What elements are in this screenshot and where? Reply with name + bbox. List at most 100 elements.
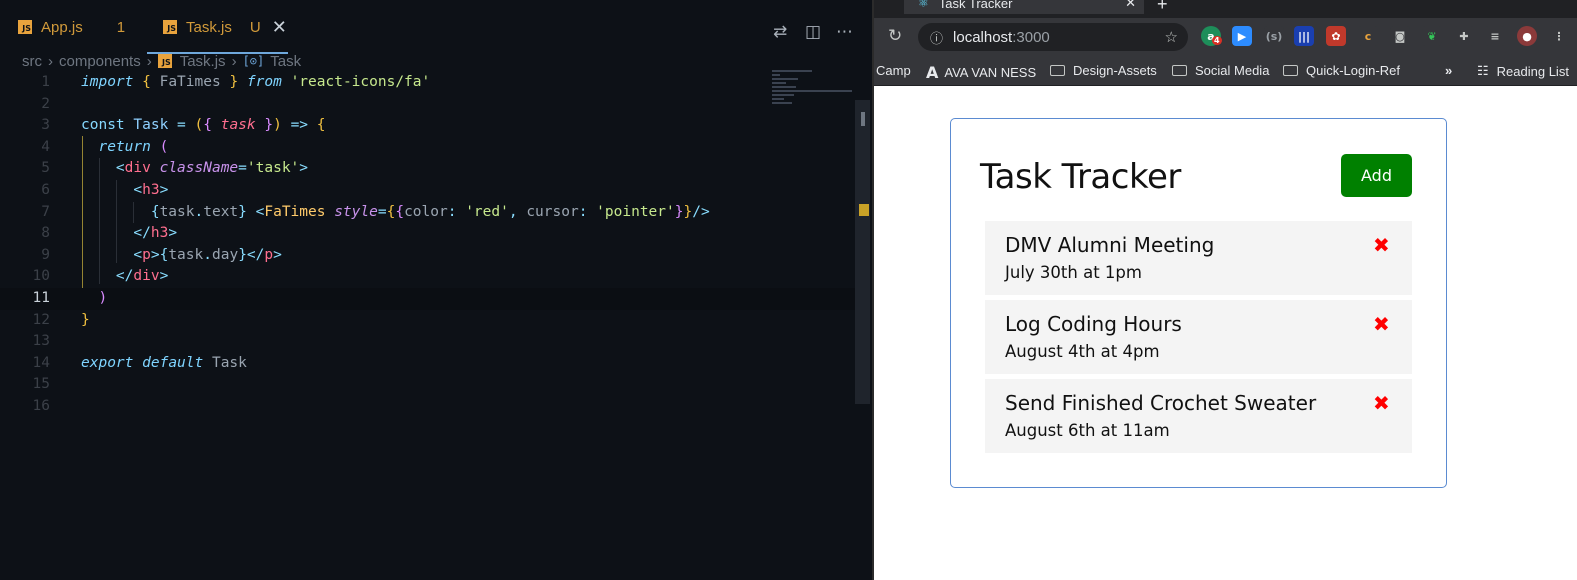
code-area[interactable]: 1 import { FaTimes } from 'react-icons/fa… — [0, 72, 860, 418]
line-number: 7 — [41, 203, 50, 220]
add-button[interactable]: Add — [1341, 154, 1412, 197]
extension-badge: 4 — [1212, 36, 1222, 45]
react-favicon-icon: ⚛ — [918, 0, 929, 10]
bookmarks-bar: Camp A AVA VAN NESS Design-Assets Social … — [874, 56, 1577, 86]
task-day: August 6th at 11am — [1005, 421, 1170, 440]
js-file-icon: JS — [18, 20, 32, 34]
bookmark-folder[interactable]: Quick-Login-Ref — [1283, 63, 1400, 78]
bookmark-folder[interactable]: Design-Assets — [1050, 63, 1157, 78]
line-number: 2 — [41, 95, 50, 112]
line-number: 8 — [41, 225, 50, 242]
delete-icon[interactable]: ✖ — [1373, 233, 1390, 257]
close-icon[interactable]: ✕ — [272, 17, 287, 38]
page-viewport: Task Tracker Add DMV Alumni Meeting July… — [874, 87, 1577, 580]
more-menu-icon[interactable]: ⋮ — [1549, 26, 1569, 46]
reload-icon[interactable]: ↻ — [888, 26, 902, 46]
reading-list-icon: ☷ — [1477, 63, 1489, 78]
chevron-right-icon: › — [146, 52, 152, 70]
extension-icon[interactable]: ||| — [1294, 26, 1314, 46]
more-actions-icon[interactable]: ⋯ — [836, 22, 853, 42]
avatar[interactable]: ● — [1517, 26, 1537, 46]
symbol-icon: [⊙] — [242, 54, 265, 68]
line-number: 15 — [32, 376, 50, 393]
vertical-scrollbar[interactable] — [855, 100, 870, 404]
extension-icon[interactable]: a4 — [1201, 26, 1222, 46]
task-item[interactable]: Send Finished Crochet Sweater August 6th… — [985, 379, 1412, 453]
breadcrumb-item[interactable]: src — [22, 53, 42, 70]
code-line: 4 return ( — [0, 137, 860, 159]
task-item[interactable]: Log Coding Hours August 4th at 4pm ✖ — [985, 300, 1412, 374]
line-number: 9 — [41, 246, 50, 263]
line-number: 3 — [41, 117, 50, 134]
line-number: 12 — [32, 311, 50, 328]
problem-count-badge: 1 — [116, 18, 126, 36]
task-item[interactable]: DMV Alumni Meeting July 30th at 1pm ✖ — [985, 221, 1412, 295]
task-text: Send Finished Crochet Sweater — [1005, 391, 1317, 415]
line-number: 4 — [41, 138, 50, 155]
scrollbar-marker — [859, 204, 869, 216]
bookmark-item[interactable]: Camp — [876, 63, 911, 78]
browser-tab-title: Task Tracker — [938, 0, 1013, 11]
line-number: 13 — [32, 333, 50, 350]
breadcrumb-item[interactable]: Task — [270, 53, 301, 70]
code-line: 10 </div> — [0, 266, 860, 288]
line-number: 6 — [41, 181, 50, 198]
extensions-puzzle-icon[interactable]: ✚ — [1454, 26, 1474, 46]
leaf-extension-icon[interactable]: ❦ — [1422, 26, 1442, 46]
breadcrumb: src › components › JS Task.js › [⊙] Task — [22, 51, 301, 71]
code-line: 15 — [0, 374, 860, 396]
tab-task-js[interactable]: JS Task.js U ✕ — [163, 7, 287, 47]
breadcrumb-item[interactable]: Task.js — [180, 53, 226, 70]
compare-changes-icon[interactable]: ⇄ — [773, 22, 787, 42]
more-bookmarks-button[interactable]: » — [1445, 63, 1452, 78]
code-line: 7 {task.text} <FaTimes style={{color: 'r… — [0, 202, 860, 224]
bookmark-item[interactable]: A AVA VAN NESS — [926, 63, 1036, 82]
close-tab-icon[interactable]: ✕ — [1125, 0, 1136, 11]
tab-app-js[interactable]: JS App.js 1 — [18, 7, 125, 47]
site-info-icon[interactable]: ⓘ — [930, 28, 943, 47]
split-editor-icon[interactable]: ◫ — [805, 22, 821, 42]
extension-icon[interactable]: ✿ — [1326, 26, 1346, 46]
code-line-current: 11 ) — [0, 287, 860, 310]
new-tab-button[interactable]: + — [1157, 0, 1168, 15]
url-host: localhost — [953, 28, 1013, 46]
delete-icon[interactable]: ✖ — [1373, 391, 1390, 415]
browser-tab[interactable]: ⚛ Task Tracker ✕ — [904, 0, 1144, 14]
bookmark-star-icon[interactable]: ☆ — [1165, 28, 1178, 46]
browser-tab-strip: ⚛ Task Tracker ✕ + — [874, 0, 1577, 18]
minimap[interactable] — [772, 70, 852, 110]
bookmark-folder[interactable]: Social Media — [1172, 63, 1269, 78]
browser-window: ⚛ Task Tracker ✕ + ↻ ⓘ localhost:3000 ☆ … — [872, 0, 1577, 580]
extension-icon[interactable]: (s) — [1264, 26, 1284, 46]
task-day: July 30th at 1pm — [1005, 263, 1142, 282]
media-queue-icon[interactable]: ≡ — [1485, 26, 1505, 46]
folder-icon — [1172, 65, 1187, 76]
code-line: 2 — [0, 94, 860, 116]
line-number: 16 — [32, 397, 50, 414]
folder-icon — [1283, 65, 1298, 76]
ava-logo-icon: A — [926, 63, 939, 82]
js-file-icon: JS — [157, 54, 172, 68]
code-line: 1 import { FaTimes } from 'react-icons/fa… — [0, 72, 860, 94]
js-file-icon: JS — [163, 20, 177, 34]
scrollbar-thumb[interactable] — [861, 112, 865, 126]
breadcrumb-item[interactable]: components — [59, 53, 141, 70]
task-day: August 4th at 4pm — [1005, 342, 1160, 361]
extension-icon[interactable]: c — [1358, 26, 1378, 46]
camera-icon[interactable]: ◙ — [1390, 26, 1410, 46]
code-line: 14 export default Task — [0, 353, 860, 375]
code-editor: JS App.js 1 JS Task.js U ✕ ⇄ ◫ ⋯ src › c… — [0, 0, 872, 580]
line-number: 1 — [41, 74, 50, 90]
url-port: :3000 — [1012, 28, 1050, 46]
code-line: 8 </h3> — [0, 223, 860, 245]
zoom-extension-icon[interactable]: ▶ — [1232, 26, 1252, 46]
untracked-badge: U — [249, 18, 261, 36]
editor-tab-bar: JS App.js 1 JS Task.js U ✕ ⇄ ◫ ⋯ — [0, 7, 872, 54]
code-line: 3 const Task = ({ task }) => { — [0, 115, 860, 137]
address-bar[interactable]: ⓘ localhost:3000 ☆ — [918, 23, 1188, 51]
delete-icon[interactable]: ✖ — [1373, 312, 1390, 336]
code-line: 5 <div className='task'> — [0, 158, 860, 180]
chevron-right-icon: › — [231, 52, 237, 70]
code-line: 9 <p>{task.day}</p> — [0, 245, 860, 267]
reading-list-button[interactable]: ☷ Reading List — [1477, 63, 1569, 79]
